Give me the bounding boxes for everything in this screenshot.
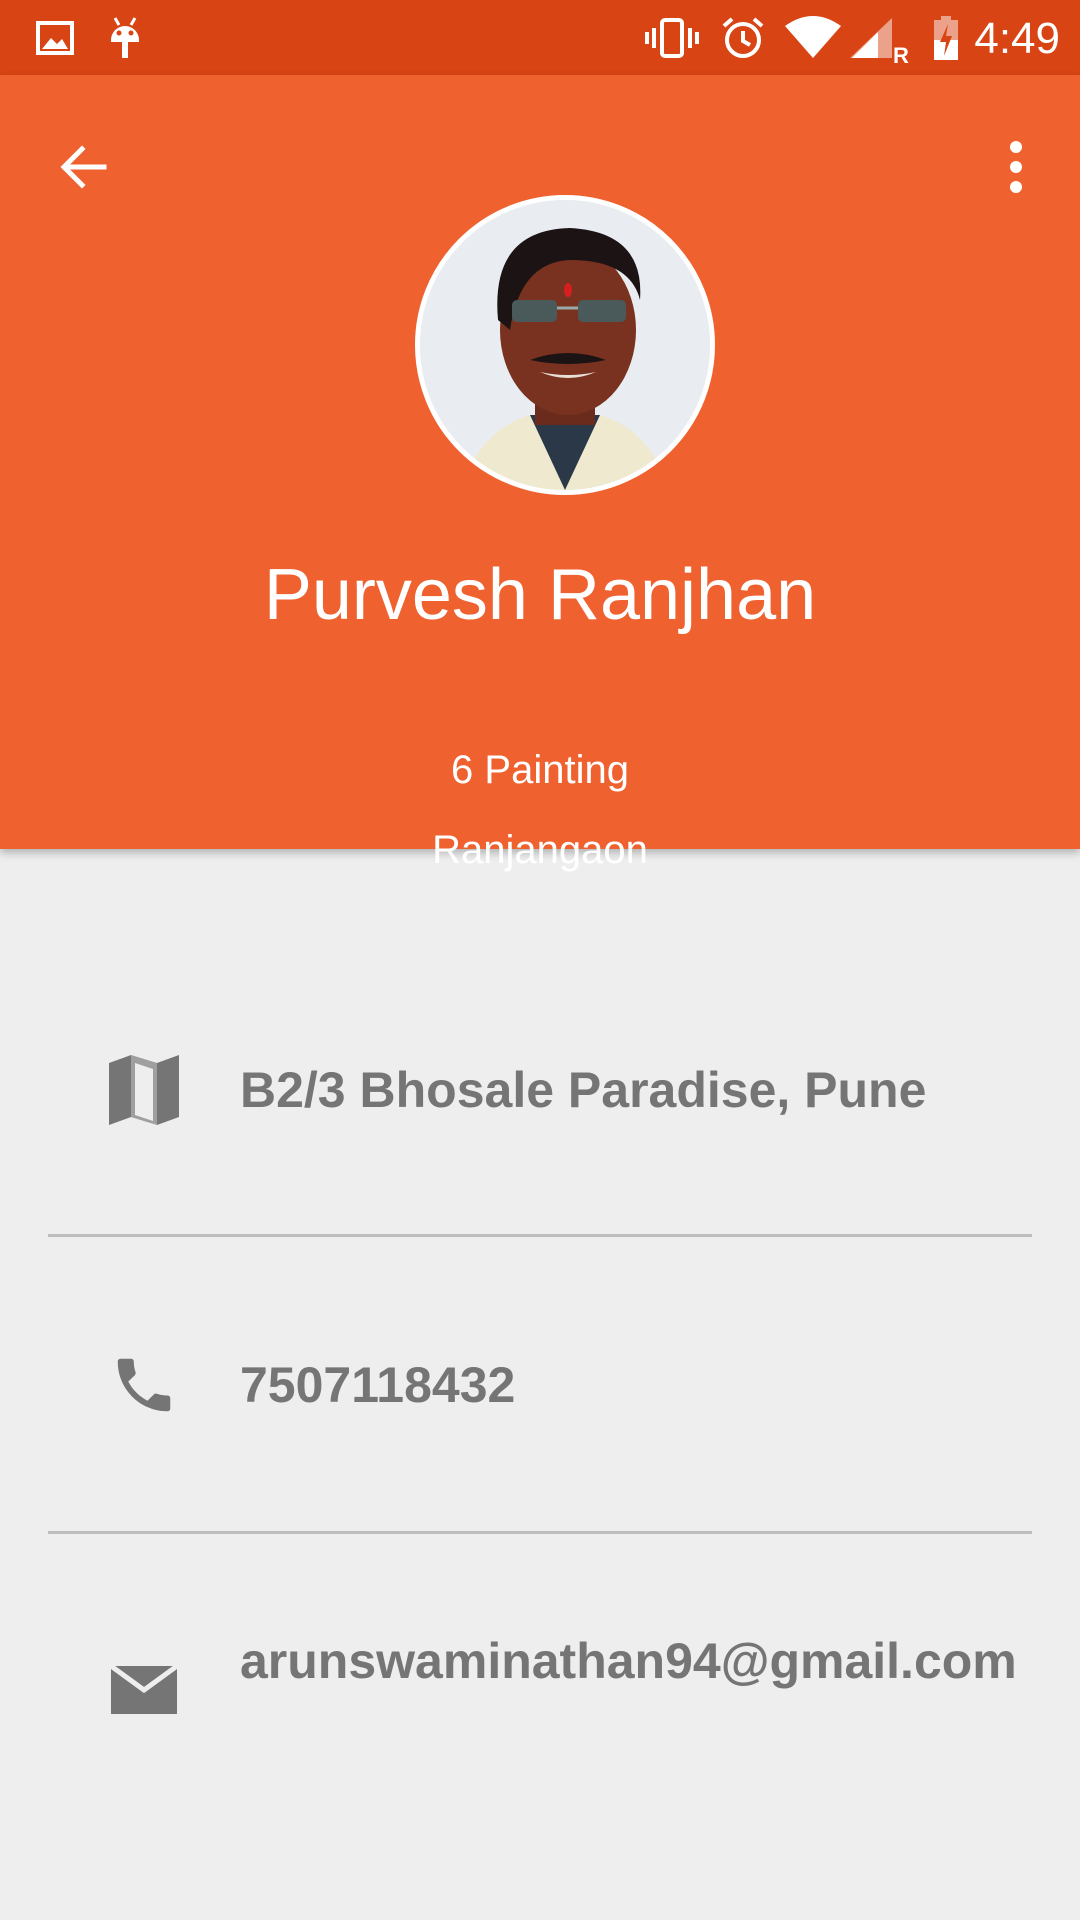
phone-icon [104,1345,184,1425]
alarm-icon [716,0,770,75]
profile-trade: 6 Painting [451,748,629,792]
address-text: B2/3 Bhosale Paradise, Pune [240,1062,927,1118]
avatar[interactable] [415,195,715,495]
avatar-photo [420,200,710,490]
email-icon [104,1650,184,1730]
status-time: 4:49 [974,14,1060,63]
vibrate-icon [642,0,702,75]
map-icon [104,1050,184,1130]
profile-header: Purvesh Ranjhan 6 Painting Ranjangaon [0,75,1080,872]
divider [48,1531,1032,1534]
signal-icon [846,0,896,75]
phone-row[interactable]: 7507118432 [0,1310,1080,1460]
phone-text: 7507118432 [240,1357,516,1413]
arrow-back-icon [58,141,110,198]
back-button[interactable] [40,125,128,213]
divider [48,1234,1032,1237]
image-icon [30,0,80,75]
android-icon [100,0,150,75]
status-bar: R 4:49 [0,0,1080,75]
email-text: arunswaminathan94@gmail.com [240,1633,1017,1689]
more-options-button[interactable] [972,125,1060,213]
more-vert-icon [1006,140,1026,198]
profile-name: Purvesh Ranjhan [263,555,817,635]
profile-town: Ranjangaon [432,828,648,872]
wifi-icon [780,0,846,75]
battery-charging-icon [926,0,966,75]
address-row[interactable]: B2/3 Bhosale Paradise, Pune [0,1015,1080,1165]
email-row[interactable]: arunswaminathan94@gmail.com [0,1600,1080,1800]
